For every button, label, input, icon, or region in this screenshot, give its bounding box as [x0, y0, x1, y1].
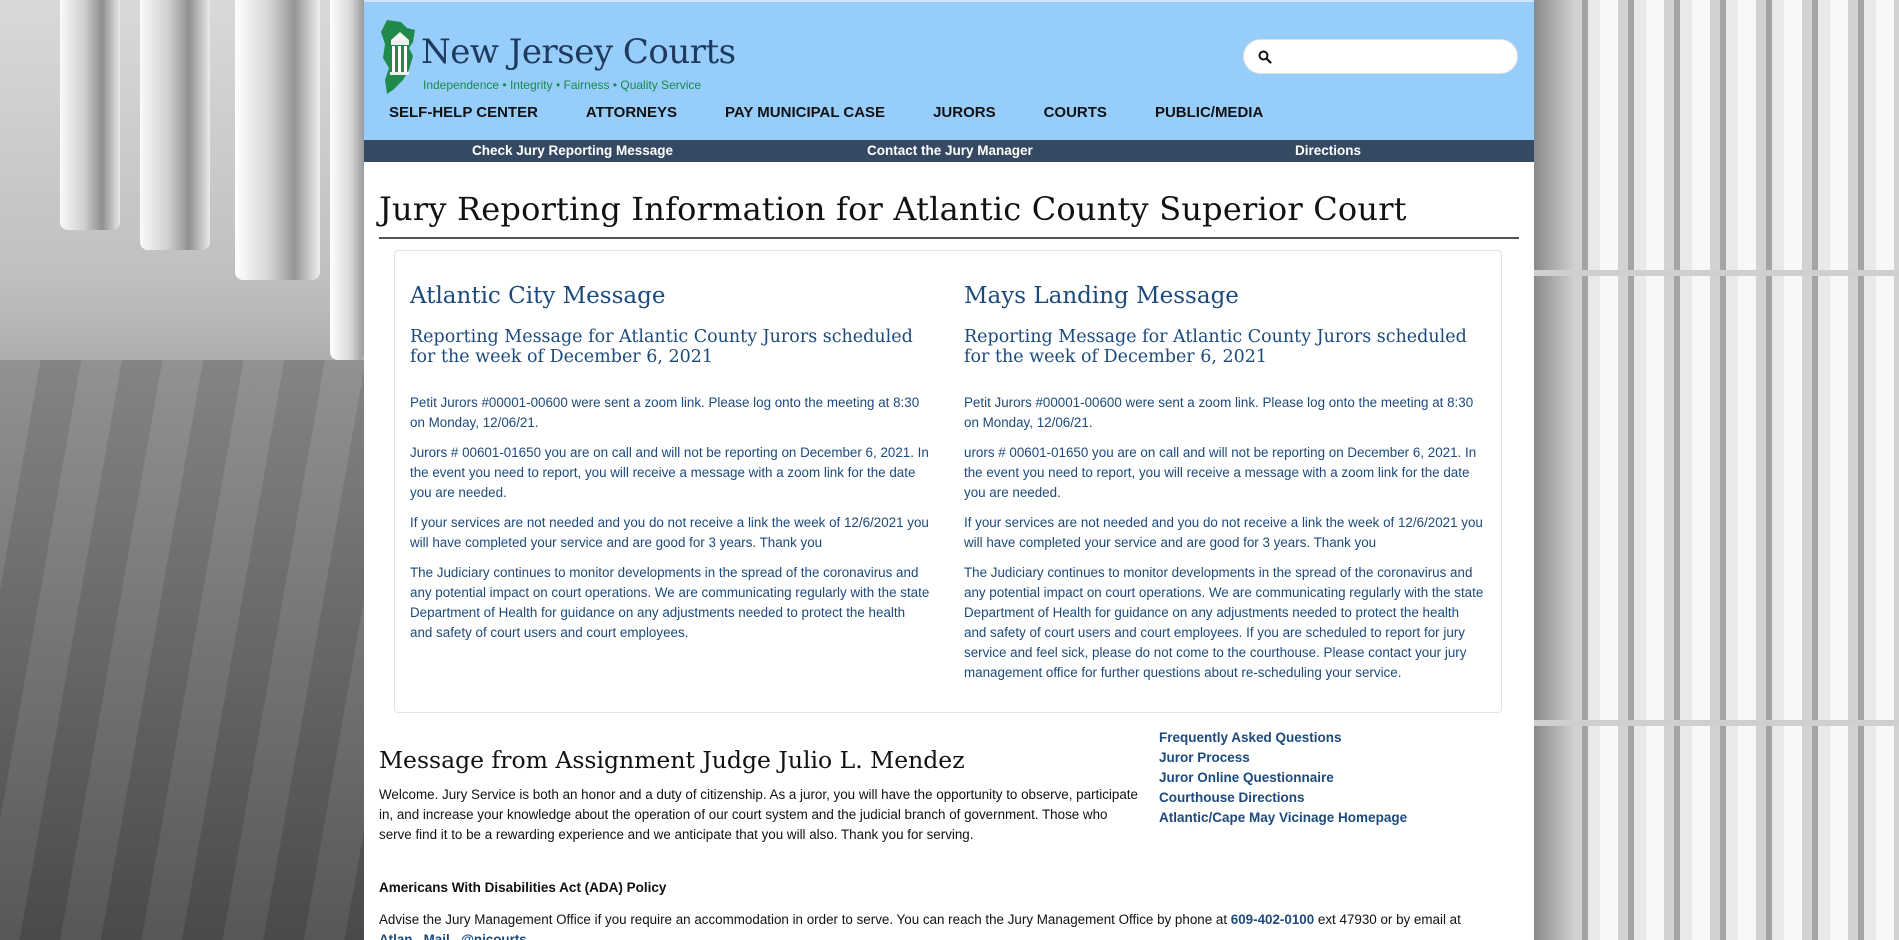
jury-email-link[interactable]: Atlan...Mail...@njcourts...: [379, 930, 1529, 940]
nav-attorneys[interactable]: ATTORNEYS: [586, 104, 677, 121]
search-box[interactable]: [1243, 39, 1518, 74]
jury-phone-link[interactable]: 609-402-0100: [1231, 912, 1314, 927]
new-jersey-logo-icon: [381, 20, 415, 94]
nav-courts[interactable]: COURTS: [1044, 104, 1107, 121]
background-column: [60, 0, 120, 230]
site-logo[interactable]: New Jersey Courts Independence • Integri…: [379, 18, 736, 98]
message-paragraph: Petit Jurors #00001-00600 were sent a zo…: [410, 395, 920, 430]
page-title: Jury Reporting Information for Atlantic …: [379, 190, 1407, 228]
background-column: [235, 0, 320, 280]
main-nav: SELF-HELP CENTER ATTORNEYS PAY MUNICIPAL…: [389, 104, 1263, 121]
judge-welcome-text: Welcome. Jury Service is both an honor a…: [379, 787, 1138, 842]
messages-panel: Atlantic City Message Reporting Message …: [394, 250, 1502, 713]
message-paragraph: Petit Jurors #00001-00600 were sent a zo…: [964, 395, 1474, 430]
link-vicinage-homepage[interactable]: Atlantic/Cape May Vicinage Homepage: [1159, 808, 1407, 828]
message-subheading: Reporting Message for Atlantic County Ju…: [410, 327, 913, 367]
search-input[interactable]: [1278, 46, 1507, 70]
ada-text-before: Advise the Jury Management Office if you…: [379, 912, 1231, 927]
background-column: [1554, 0, 1899, 940]
judge-message-heading: Message from Assignment Judge Julio L. M…: [379, 746, 965, 774]
message-heading: Atlantic City Message: [410, 283, 666, 309]
jury-subnav: Check Jury Reporting Message Contact the…: [364, 140, 1534, 162]
message-paragraph: Jurors # 00601-01650 you are on call and…: [410, 445, 929, 500]
nav-pay-municipal-case[interactable]: PAY MUNICIPAL CASE: [725, 104, 885, 121]
search-icon[interactable]: [1258, 50, 1272, 64]
link-juror-online-questionnaire[interactable]: Juror Online Questionnaire: [1159, 768, 1407, 788]
background-column: [330, 0, 364, 360]
background-band: [1534, 270, 1899, 276]
nav-jurors[interactable]: JURORS: [933, 104, 996, 121]
ada-text-after: ext 47930 or by email at: [1314, 912, 1461, 927]
atlantic-city-message: Atlantic City Message Reporting Message …: [410, 283, 930, 653]
message-paragraph: If your services are not needed and you …: [964, 515, 1483, 550]
message-subheading: Reporting Message for Atlantic County Ju…: [964, 327, 1467, 367]
message-paragraph: The Judiciary continues to monitor devel…: [964, 565, 1484, 680]
nav-public-media[interactable]: PUBLIC/MEDIA: [1155, 104, 1263, 121]
message-paragraph: urors # 00601-01650 you are on call and …: [964, 445, 1477, 500]
site-header: New Jersey Courts Independence • Integri…: [364, 0, 1534, 140]
ada-policy-text: Advise the Jury Management Office if you…: [379, 910, 1529, 940]
mays-landing-message: Mays Landing Message Reporting Message f…: [964, 283, 1484, 693]
subnav-directions[interactable]: Directions: [1295, 143, 1361, 158]
message-paragraph: If your services are not needed and you …: [410, 515, 929, 550]
logo-title: New Jersey Courts: [421, 32, 736, 72]
background-colonnade-left: [0, 0, 364, 940]
message-paragraph: The Judiciary continues to monitor devel…: [410, 565, 930, 640]
nav-self-help-center[interactable]: SELF-HELP CENTER: [389, 104, 538, 121]
background-floor: [0, 360, 364, 940]
quick-links: Frequently Asked Questions Juror Process…: [1159, 728, 1407, 828]
title-divider: [379, 237, 1519, 239]
logo-tagline: Independence • Integrity • Fairness • Qu…: [423, 78, 702, 92]
subnav-check-jury-reporting-message[interactable]: Check Jury Reporting Message: [472, 143, 673, 158]
link-courthouse-directions[interactable]: Courthouse Directions: [1159, 788, 1407, 808]
link-juror-process[interactable]: Juror Process: [1159, 748, 1407, 768]
subnav-contact-jury-manager[interactable]: Contact the Jury Manager: [867, 143, 1033, 158]
background-colonnade-right: [1534, 0, 1899, 940]
background-band: [1534, 720, 1899, 726]
link-frequently-asked-questions[interactable]: Frequently Asked Questions: [1159, 728, 1407, 748]
background-column: [140, 0, 210, 250]
message-heading: Mays Landing Message: [964, 283, 1239, 309]
ada-policy-heading: Americans With Disabilities Act (ADA) Po…: [379, 880, 667, 895]
main-page: New Jersey Courts Independence • Integri…: [364, 0, 1534, 940]
background-shadow: [1534, 0, 1574, 940]
